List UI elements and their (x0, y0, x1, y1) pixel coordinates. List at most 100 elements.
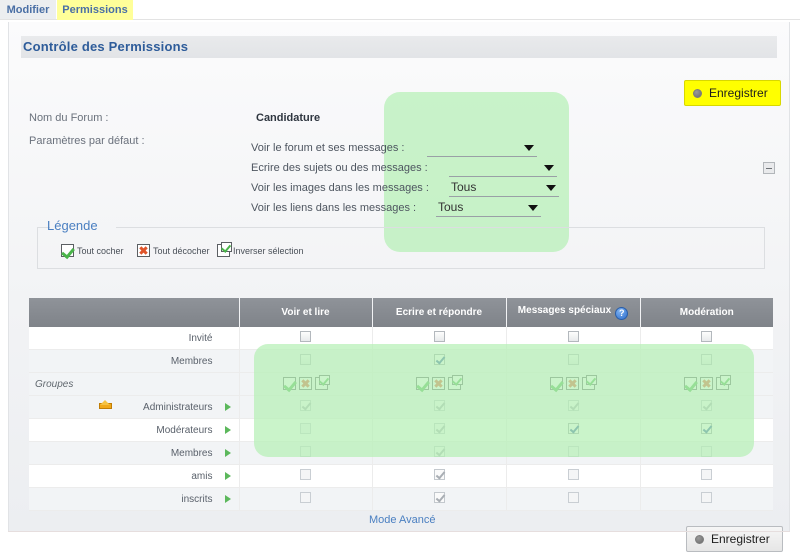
permission-cell (639, 441, 773, 465)
invert-selection-icon[interactable] (715, 375, 731, 390)
save-button-bottom[interactable]: Enregistrer (686, 526, 783, 552)
permissions-table-body: Invité Membres Groupes Administrateurs Modér… (29, 327, 773, 511)
permission-checkbox[interactable] (433, 331, 445, 342)
permission-checkbox[interactable] (701, 354, 713, 365)
uncheck-all-icon[interactable] (699, 377, 713, 390)
permission-checkbox[interactable] (300, 331, 311, 342)
permission-checkbox (300, 492, 311, 503)
legend-title: Légende (47, 218, 98, 233)
group-expand-arrow-icon[interactable] (224, 472, 231, 480)
help-icon[interactable]: ? (615, 307, 629, 320)
select-view-links[interactable]: Tous (436, 200, 541, 217)
table-row: Membres (29, 349, 773, 373)
advanced-mode-link[interactable]: Mode Avancé (369, 514, 435, 526)
permission-checkbox[interactable] (567, 331, 579, 342)
permission-checkbox[interactable] (300, 354, 311, 365)
table-row: Invité (29, 327, 773, 350)
permission-checkbox[interactable] (567, 354, 579, 365)
column-header-special-messages-label: Messages spéciaux (517, 305, 612, 316)
tab-permissions[interactable]: Permissions (57, 0, 133, 20)
permission-checkbox[interactable] (433, 354, 445, 365)
row-label-cell: Invité (29, 327, 239, 350)
tab-active-baseline (57, 19, 133, 20)
permission-cell (639, 372, 773, 396)
invert-selection-icon[interactable] (314, 375, 330, 390)
row-label-cell: inscrits (29, 487, 239, 511)
table-row: Modérateurs (29, 418, 773, 442)
select-write-topics[interactable] (449, 160, 557, 177)
permission-cell (639, 464, 773, 488)
column-header-view-read: Voir et lire (239, 298, 373, 327)
invert-selection-icon (217, 242, 232, 257)
permission-checkbox (701, 446, 713, 457)
permission-checkbox[interactable] (567, 423, 579, 434)
row-label: Groupes (35, 378, 74, 390)
permission-checkbox (567, 400, 579, 411)
chevron-down-icon (546, 185, 556, 191)
permission-cell (238, 418, 372, 442)
group-expand-arrow-icon[interactable] (224, 403, 231, 411)
bulk-action-icons (683, 375, 731, 391)
permission-cell (371, 418, 506, 442)
group-expand-arrow-icon[interactable] (224, 449, 231, 457)
column-header-special-messages: Messages spéciaux? (506, 298, 641, 327)
permission-cell (505, 418, 640, 442)
table-group-header-row: Groupes (29, 372, 773, 396)
permission-cell (371, 327, 506, 350)
permission-cell (505, 395, 640, 419)
collapse-minus-icon[interactable] (763, 162, 775, 174)
permission-cell (238, 441, 372, 465)
select-view-links-value: Tous (438, 200, 464, 214)
permission-checkbox (433, 423, 445, 434)
check-all-icon[interactable] (683, 377, 697, 390)
save-button-bottom-label: Enregistrer (711, 532, 770, 546)
check-all-icon[interactable] (550, 377, 563, 390)
group-expand-arrow-icon[interactable] (224, 426, 231, 434)
row-label: Modérateurs (156, 424, 213, 436)
uncheck-all-icon[interactable] (298, 377, 312, 390)
check-all-icon[interactable] (416, 377, 429, 390)
bulk-action-icons (282, 375, 330, 391)
invert-selection-icon[interactable] (582, 375, 597, 390)
crown-icon (99, 400, 112, 409)
permission-checkbox (567, 492, 579, 503)
row-label-cell: Membres (29, 441, 239, 465)
permission-row-view-forum: Voir le forum et ses messages : (251, 139, 581, 157)
save-button-top-label: Enregistrer (709, 86, 768, 100)
permission-checkbox (300, 469, 311, 480)
chevron-down-icon (544, 165, 554, 171)
check-all-icon[interactable] (282, 377, 296, 390)
group-expand-arrow-icon[interactable] (224, 495, 231, 503)
bulk-action-icons (416, 375, 463, 391)
uncheck-all-icon[interactable] (432, 377, 445, 390)
invert-selection-icon[interactable] (448, 375, 463, 390)
permission-cell (371, 395, 506, 419)
page-title: Contrôle des Permissions (23, 39, 189, 54)
uncheck-all-icon[interactable] (566, 377, 579, 390)
select-view-images[interactable]: Tous (449, 180, 559, 197)
permission-cell (371, 349, 506, 373)
column-header-write-reply: Ecrire et répondre (372, 298, 507, 327)
permission-checkbox (701, 469, 713, 480)
row-label-cell: Membres (29, 349, 239, 373)
table-row: Membres (29, 441, 773, 465)
column-header-moderation: Modération (640, 298, 773, 327)
permission-checkbox[interactable] (701, 331, 713, 342)
permission-row-view-images-label: Voir les images dans les messages : (251, 182, 429, 194)
permission-checkbox[interactable] (701, 423, 713, 434)
select-view-forum[interactable] (427, 140, 537, 157)
forum-name-label: Nom du Forum : (29, 112, 109, 124)
forum-name-value: Candidature (256, 112, 321, 124)
save-button-top[interactable]: Enregistrer (684, 80, 781, 106)
permission-cell (238, 372, 372, 396)
permission-checkbox (433, 469, 445, 480)
legend-invert-label: Inverser sélection (233, 246, 304, 256)
tab-modifier[interactable]: Modifier (0, 0, 56, 20)
permission-cell (238, 327, 372, 350)
permission-cell (505, 441, 640, 465)
permission-cell (505, 327, 640, 350)
permission-cell (639, 418, 773, 442)
permission-row-view-links: Voir les liens dans les messages : Tous (251, 199, 581, 217)
permission-row-view-images: Voir les images dans les messages : Tous (251, 179, 581, 197)
permission-checkbox (300, 446, 311, 457)
